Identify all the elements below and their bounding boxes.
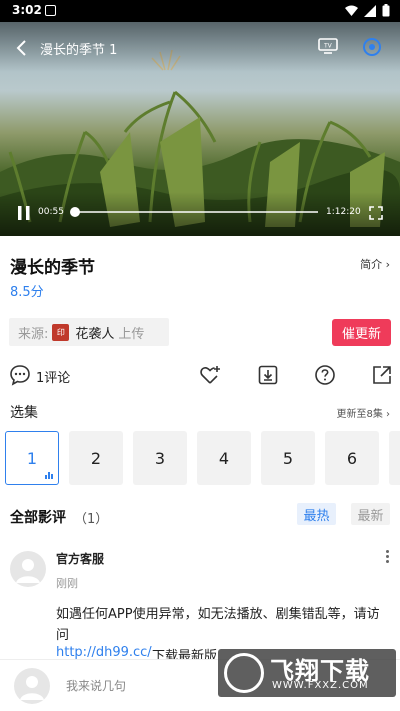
action-row: 1评论	[0, 362, 400, 390]
status-time: 3:02	[12, 3, 42, 17]
episode-number: 3	[154, 448, 166, 468]
episode-number: 2	[90, 448, 102, 468]
reviews-count: （1）	[74, 512, 109, 527]
source-box: 来源: 印 花袭人 上传	[9, 318, 169, 346]
comment-input[interactable]: 我来说几句	[66, 677, 126, 694]
watermark-logo-icon	[224, 653, 264, 693]
episodes-label: 选集	[10, 405, 38, 421]
episode-item[interactable]: 1	[5, 431, 59, 485]
review-text: 如遇任何APP使用异常，如无法播放、剧集错乱等，请访问	[56, 607, 380, 643]
screen-mirror-icon[interactable]	[362, 37, 382, 57]
episode-item[interactable]: 6	[325, 431, 379, 485]
user-placeholder-icon	[20, 676, 44, 700]
episode-number: 5	[282, 448, 294, 468]
episode-number: 1	[26, 448, 38, 468]
playing-bars-icon	[45, 472, 53, 479]
comment-icon[interactable]	[9, 364, 31, 386]
sort-hot-button[interactable]: 最热	[297, 503, 336, 525]
sort-new-button[interactable]: 最新	[351, 503, 390, 525]
upload-suffix: 上传	[118, 326, 145, 342]
show-score: 8.5分	[10, 285, 44, 300]
status-bar: 3:02	[0, 0, 400, 22]
comment-count[interactable]: 1评论	[36, 367, 70, 386]
uploader-avatar-stamp: 印	[52, 323, 70, 341]
episode-item[interactable]: 5	[261, 431, 315, 485]
video-title: 漫长的季节 1	[40, 43, 118, 58]
review-author[interactable]: 官方客服	[56, 550, 104, 567]
progress-knob[interactable]	[69, 207, 80, 217]
episode-item[interactable]: 2	[69, 431, 123, 485]
status-icons	[345, 4, 390, 17]
battery-icon	[382, 4, 390, 17]
episodes-update-info[interactable]: 更新至8集 ›	[336, 405, 390, 420]
episode-item-partial[interactable]	[389, 431, 400, 485]
review-link[interactable]: http://dh99.cc/	[56, 645, 152, 660]
my-avatar	[14, 668, 50, 704]
notification-icon	[45, 5, 56, 16]
cast-tv-icon[interactable]: TV	[318, 38, 338, 54]
review-time: 刚刚	[56, 577, 78, 590]
back-arrow-icon[interactable]	[15, 40, 29, 56]
wifi-icon	[345, 5, 358, 16]
episode-number: 4	[218, 448, 230, 468]
favorite-add-icon[interactable]	[199, 364, 221, 386]
svg-text:TV: TV	[323, 43, 333, 50]
episode-item[interactable]: 3	[133, 431, 187, 485]
pause-icon[interactable]	[17, 205, 31, 221]
show-title: 漫长的季节	[10, 258, 95, 278]
elapsed-time: 00:55	[38, 207, 64, 217]
help-icon[interactable]	[314, 364, 336, 386]
episode-list: 1 2 3 4 5 6	[5, 431, 400, 485]
download-icon[interactable]	[257, 364, 279, 386]
watermark-url: WWW.FXXZ.COM	[272, 680, 369, 691]
uploader-name[interactable]: 花袭人	[75, 323, 114, 342]
intro-link[interactable]: 简介 ›	[360, 256, 390, 272]
source-label: 来源:	[18, 326, 49, 342]
urge-update-button[interactable]: 催更新	[332, 319, 391, 346]
fullscreen-icon[interactable]	[369, 206, 383, 220]
reviews-title: 全部影评	[10, 510, 66, 526]
signal-icon	[364, 4, 376, 17]
user-placeholder-icon	[16, 559, 40, 583]
share-icon[interactable]	[371, 364, 393, 386]
episode-number: 6	[346, 448, 358, 468]
watermark: 飞翔下载 WWW.FXXZ.COM	[218, 649, 396, 697]
episode-item[interactable]: 4	[197, 431, 251, 485]
avatar[interactable]	[10, 551, 46, 587]
progress-bar[interactable]	[69, 207, 318, 217]
more-options-icon[interactable]	[386, 550, 390, 563]
duration-time: 1:12:20	[326, 207, 361, 217]
video-player[interactable]: 漫长的季节 1 TV 00:55 1:12:20	[0, 22, 400, 236]
